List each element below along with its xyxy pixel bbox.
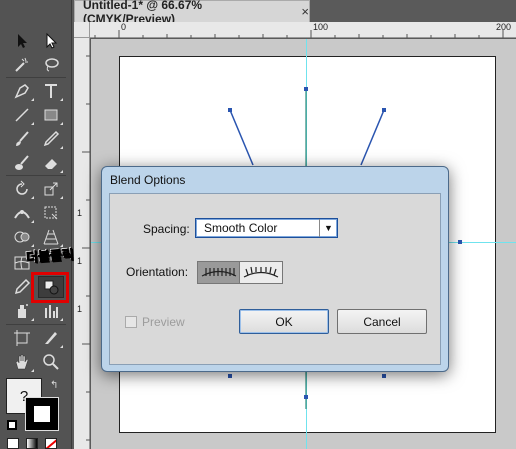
- ruler-label-100: 100: [313, 22, 329, 32]
- tools-panel: ? ↰: [0, 0, 72, 449]
- scale-tool-icon[interactable]: [38, 178, 64, 200]
- eraser-tool-icon[interactable]: [38, 152, 64, 174]
- vertical-ruler[interactable]: 1 1 1: [74, 38, 90, 449]
- align-to-path-icon: [243, 266, 279, 278]
- blend-options-dialog: Blend Options Spacing: Smooth Color ▼ Or…: [101, 166, 449, 372]
- spacing-value: Smooth Color: [204, 221, 278, 235]
- document-tab[interactable]: Untitled-1* @ 66.67% (CMYK/Preview) ×: [74, 0, 310, 26]
- align-to-page-button[interactable]: [198, 262, 240, 283]
- rectangle-tool-icon[interactable]: [38, 104, 64, 126]
- ruler-left-label-2: 1: [77, 256, 83, 266]
- cancel-button[interactable]: Cancel: [337, 309, 427, 334]
- hand-tool-icon[interactable]: [9, 351, 35, 373]
- ruler-left-label-3: 1: [77, 304, 83, 314]
- rotate-tool-icon[interactable]: [9, 178, 35, 200]
- magic-wand-tool-icon[interactable]: [9, 54, 35, 76]
- column-graph-tool-icon[interactable]: [38, 300, 64, 322]
- ruler-left-label-1: 1: [77, 208, 83, 218]
- slice-tool-icon[interactable]: [38, 327, 64, 349]
- pencil-tool-icon[interactable]: [38, 128, 64, 150]
- horizontal-ruler[interactable]: 0 100 200: [90, 22, 516, 38]
- none-mode-icon[interactable]: [45, 438, 57, 449]
- preview-checkbox-box[interactable]: [125, 316, 137, 328]
- spacing-label: Spacing:: [143, 222, 190, 236]
- orientation-label: Orientation:: [126, 265, 189, 279]
- artboard-tool-icon[interactable]: [9, 327, 35, 349]
- align-to-path-button[interactable]: [240, 262, 282, 283]
- close-tab-icon[interactable]: ×: [301, 4, 309, 19]
- line-segment-tool-icon[interactable]: [9, 104, 35, 126]
- lasso-tool-icon[interactable]: [38, 54, 64, 76]
- gradient-mode-icon[interactable]: [26, 438, 38, 449]
- dialog-body: Spacing: Smooth Color ▼ Orientation: Pre…: [109, 193, 441, 365]
- ruler-label-0: 0: [121, 22, 127, 32]
- blob-brush-tool-icon[interactable]: [9, 152, 35, 174]
- selection-tool-icon[interactable]: [9, 30, 35, 52]
- spacing-dropdown[interactable]: Smooth Color ▼: [195, 218, 338, 238]
- ruler-label-200: 200: [496, 22, 512, 32]
- align-to-page-icon: [201, 267, 236, 277]
- zoom-tool-icon[interactable]: [38, 351, 64, 373]
- color-mode-icon[interactable]: [7, 438, 19, 449]
- swap-fill-stroke-icon[interactable]: ↰: [50, 380, 58, 391]
- preview-label: Preview: [142, 315, 185, 329]
- orientation-toggle: [197, 261, 283, 284]
- ok-button[interactable]: OK: [239, 309, 329, 334]
- pen-tool-icon[interactable]: [9, 80, 35, 102]
- dialog-title: Blend Options: [110, 173, 186, 187]
- symbol-sprayer-tool-icon[interactable]: [9, 300, 35, 322]
- type-tool-icon[interactable]: [38, 80, 64, 102]
- stroke-swatch[interactable]: [26, 398, 58, 430]
- width-tool-icon[interactable]: [9, 202, 35, 224]
- shape-builder-tool-icon[interactable]: [9, 226, 35, 248]
- default-fill-stroke-icon[interactable]: [7, 420, 17, 430]
- paintbrush-tool-icon[interactable]: [9, 128, 35, 150]
- ruler-corner[interactable]: [74, 22, 90, 38]
- tab-strip: [310, 0, 516, 22]
- blend-tool-highlight-box: [31, 272, 69, 303]
- chevron-down-icon[interactable]: ▼: [319, 219, 337, 237]
- preview-checkbox[interactable]: Preview: [125, 315, 185, 329]
- free-transform-tool-icon[interactable]: [38, 202, 64, 224]
- direct-selection-tool-icon[interactable]: [38, 30, 64, 52]
